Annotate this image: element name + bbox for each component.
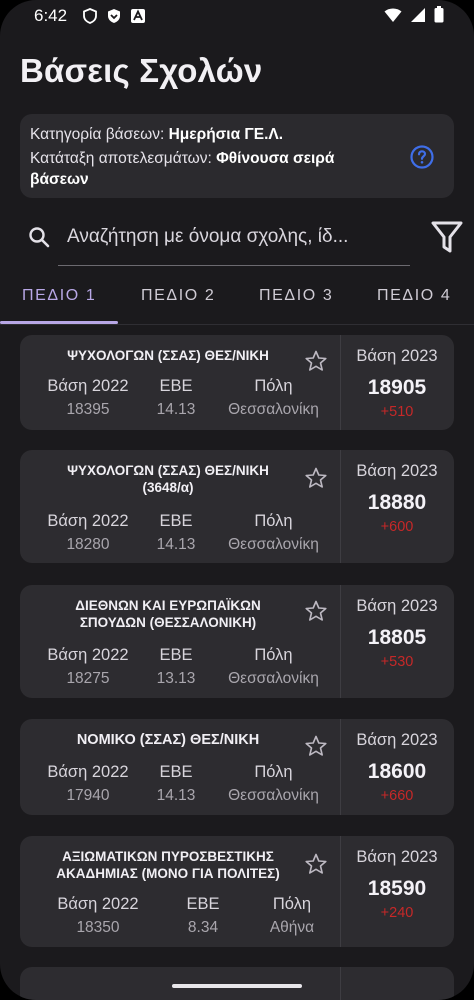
city-label: Πόλη [254, 512, 293, 530]
base-2022-value: 18395 [66, 401, 110, 418]
city-label: Πόλη [254, 377, 293, 395]
base-2022-label: Βάση 2022 [47, 646, 129, 664]
base-diff: +240 [380, 905, 414, 921]
star-icon[interactable] [304, 852, 328, 876]
base-2022-value: 18350 [76, 919, 120, 936]
base-2022-value: 17940 [66, 787, 110, 804]
school-card[interactable]: ΔΙΕΘΝΩΝ ΚΑΙ ΕΥΡΩΠΑΪΚΩΝ ΣΠΟΥΔΩΝ (ΘΕΣΣΑΛΟΝ… [20, 585, 454, 698]
help-icon[interactable] [410, 145, 434, 169]
tab-pedio-4[interactable]: ΠΕΔΙΟ 4 [377, 287, 451, 305]
ebe-label: ΕΒΕ [159, 377, 193, 395]
ebe-value: 13.13 [156, 670, 196, 687]
category-value: Ημερήσια ΓΕ.Λ. [168, 126, 284, 143]
sort-line: Κατάταξη αποτελεσμάτων: Φθίνουσα σειρά [30, 150, 334, 168]
ebe-value: 14.13 [156, 787, 196, 804]
base-2023-value: 18805 [367, 626, 427, 649]
school-card[interactable]: ΨΥΧΟΛΟΓΩΝ (ΣΣΑΣ) ΘΕΣ/ΝΙΚΗ (3648/α) Βάση … [20, 450, 454, 563]
ebe-value: 8.34 [187, 919, 219, 936]
sort-value: Φθίνουσα σειρά [216, 150, 335, 167]
base-2022-value: 18280 [66, 536, 110, 553]
base-2023-value: 18600 [367, 760, 427, 783]
ebe-value: 14.13 [156, 536, 196, 553]
home-indicator[interactable] [172, 984, 302, 988]
star-icon[interactable] [304, 349, 328, 373]
school-name-cont: (3648/α) [142, 480, 194, 495]
base-diff: +660 [380, 788, 414, 804]
cellular-signal-icon [411, 7, 425, 22]
battery-icon [434, 6, 444, 23]
school-name: ΝΟΜΙΚΟ (ΣΣΑΣ) ΘΕΣ/ΝΙΚΗ [76, 732, 260, 748]
city-value: Αθήνα [269, 919, 315, 936]
tab-pedio-1[interactable]: ΠΕΔΙΟ 1 [22, 287, 96, 305]
sort-value-cont: βάσεων [30, 171, 89, 188]
star-icon[interactable] [304, 599, 328, 623]
app-notification-icon [131, 9, 145, 23]
category-line: Κατηγορία βάσεων: Ημερήσια ΓΕ.Λ. [30, 126, 283, 144]
wifi-icon [384, 8, 402, 22]
city-label: Πόλη [272, 895, 312, 913]
search-underline [58, 265, 410, 266]
ebe-label: ΕΒΕ [159, 646, 193, 664]
city-value: Θεσσαλονίκη [228, 670, 319, 687]
sort-label: Κατάταξη αποτελεσμάτων: [30, 150, 217, 167]
school-name: ΔΙΕΘΝΩΝ ΚΑΙ ΕΥΡΩΠΑΪΚΩΝ [75, 598, 261, 613]
status-time: 6:42 [34, 6, 68, 25]
ebe-label: ΕΒΕ [186, 895, 220, 913]
base-2022-label: Βάση 2022 [57, 895, 139, 913]
base-2023-value: 18880 [367, 491, 427, 514]
base-2022-label: Βάση 2022 [47, 377, 129, 395]
base-diff: +600 [380, 519, 414, 535]
base-2023-label: Βάση 2023 [356, 597, 438, 615]
category-label: Κατηγορία βάσεων: [30, 126, 169, 143]
city-label: Πόλη [254, 763, 293, 781]
base-2023-value: 18905 [367, 376, 427, 399]
shield-icon [83, 8, 97, 24]
search-input[interactable]: Αναζήτηση με όνομα σχολης, ίδ... [67, 226, 348, 248]
city-value: Θεσσαλονίκη [228, 536, 319, 553]
security-icon [108, 9, 120, 23]
base-2023-label: Βάση 2023 [356, 848, 438, 866]
base-2022-label: Βάση 2022 [47, 512, 129, 530]
card-divider [340, 967, 341, 1000]
school-name: ΨΥΧΟΛΟΓΩΝ (ΣΣΑΣ) ΘΕΣ/ΝΙΚΗ [67, 463, 269, 478]
app-screen: 6:42 Βάσεις Σχολών Κατηγορία βάσεων: Ημε… [0, 0, 474, 1000]
city-value: Θεσσαλονίκη [228, 401, 319, 418]
school-card[interactable]: ΝΟΜΙΚΟ (ΣΣΑΣ) ΘΕΣ/ΝΙΚΗ Βάση 2022 ΕΒΕ Πόλ… [20, 719, 454, 815]
sort-line-2: βάσεων [30, 171, 89, 189]
base-2023-value: 18590 [367, 877, 427, 900]
base-2023-label: Βάση 2023 [356, 731, 438, 749]
base-2022-label: Βάση 2022 [47, 763, 129, 781]
filter-icon[interactable] [431, 220, 463, 254]
filter-info-card[interactable]: Κατηγορία βάσεων: Ημερήσια ΓΕ.Λ. Κατάταξ… [20, 114, 454, 198]
base-diff: +530 [380, 654, 414, 670]
tab-pedio-3[interactable]: ΠΕΔΙΟ 3 [259, 287, 333, 305]
school-card[interactable]: ΑΞΙΩΜΑΤΙΚΩΝ ΠΥΡΟΣΒΕΣΤΙΚΗΣ ΑΚΑΔΗΜΙΑΣ (ΜΟΝ… [20, 836, 454, 947]
school-card[interactable]: ΨΥΧΟΛΟΓΩΝ (ΣΣΑΣ) ΘΕΣ/ΝΙΚΗ Βάση 2022 ΕΒΕ … [20, 335, 454, 430]
ebe-label: ΕΒΕ [159, 512, 193, 530]
base-2022-value: 18275 [66, 670, 110, 687]
tab-pedio-2[interactable]: ΠΕΔΙΟ 2 [141, 287, 215, 305]
tab-bar: ΠΕΔΙΟ 1 ΠΕΔΙΟ 2 ΠΕΔΙΟ 3 ΠΕΔΙΟ 4 [0, 280, 474, 324]
school-name: ΨΥΧΟΛΟΓΩΝ (ΣΣΑΣ) ΘΕΣ/ΝΙΚΗ [67, 348, 269, 363]
base-diff: +510 [380, 404, 414, 420]
city-value: Θεσσαλονίκη [228, 787, 319, 804]
school-name: ΑΞΙΩΜΑΤΙΚΩΝ ΠΥΡΟΣΒΕΣΤΙΚΗΣ [62, 849, 274, 864]
city-label: Πόλη [254, 646, 293, 664]
ebe-label: ΕΒΕ [159, 763, 193, 781]
school-name-cont: ΣΠΟΥΔΩΝ (ΘΕΣΣΑΛΟΝΙΚΗ) [79, 615, 257, 630]
base-2023-label: Βάση 2023 [356, 462, 438, 480]
base-2023-label: Βάση 2023 [356, 347, 438, 365]
school-name-cont: ΑΚΑΔΗΜΙΑΣ (ΜΟΝΟ ΓΙΑ ΠΟΛΙΤΕΣ) [56, 866, 280, 881]
tabs-divider [0, 324, 474, 325]
star-icon[interactable] [304, 734, 328, 758]
page-title: Βάσεις Σχολών [20, 52, 263, 89]
ebe-value: 14.13 [156, 401, 196, 418]
search-icon[interactable] [27, 225, 51, 249]
star-icon[interactable] [304, 466, 328, 490]
status-bar: 6:42 [0, 0, 474, 32]
